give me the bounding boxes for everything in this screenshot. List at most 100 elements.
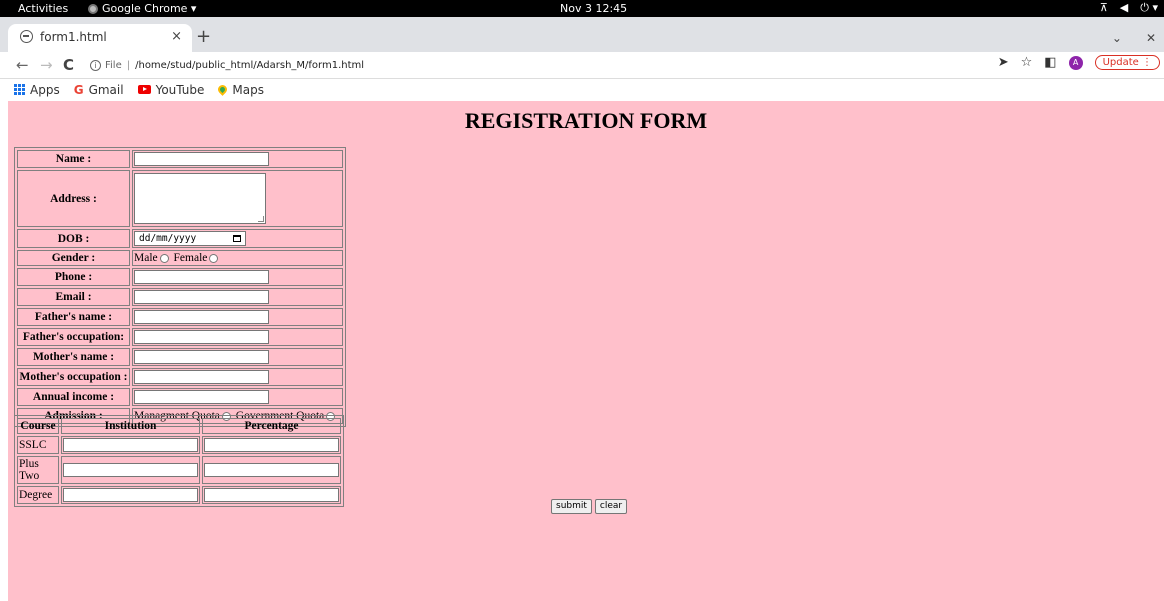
bookmark-maps[interactable]: Maps bbox=[216, 82, 264, 97]
tab-close-icon[interactable]: × bbox=[171, 29, 182, 44]
forward-arrow-icon[interactable]: → bbox=[40, 56, 53, 74]
gender-male-radio[interactable] bbox=[159, 253, 169, 263]
system-top-bar: Activities Google Chrome ▾ Nov 3 12:45 ⊼… bbox=[0, 0, 1164, 17]
table-row: Gender : Male Female bbox=[17, 250, 343, 266]
table-row: Father's name : bbox=[17, 308, 343, 326]
bookmark-star-icon[interactable]: ☆ bbox=[1021, 55, 1033, 70]
field-label-gender: Gender : bbox=[17, 250, 130, 266]
table-header-row: Course Institution Percentage bbox=[17, 418, 341, 434]
bookmark-youtube[interactable]: YouTube bbox=[137, 82, 205, 97]
url-protocol: File bbox=[105, 60, 122, 71]
field-label-address: Address : bbox=[17, 170, 130, 227]
table-row: Email : bbox=[17, 288, 343, 306]
activities-button[interactable]: Activities bbox=[18, 2, 68, 15]
degree-institution-input[interactable] bbox=[63, 488, 198, 502]
bookmark-label: Maps bbox=[232, 82, 264, 97]
system-tray[interactable]: ⊼ ◀ ⏻ ▾ bbox=[1100, 1, 1158, 15]
globe-icon bbox=[20, 30, 33, 43]
app-menu[interactable]: Google Chrome ▾ bbox=[88, 2, 196, 15]
sslc-institution-input[interactable] bbox=[63, 438, 198, 452]
new-tab-button[interactable]: + bbox=[196, 28, 211, 46]
update-label: Update bbox=[1102, 57, 1139, 68]
table-row: Father's occupation: bbox=[17, 328, 343, 346]
tab-search-icon[interactable]: ⌄ bbox=[1112, 31, 1122, 45]
table-row: Phone : bbox=[17, 268, 343, 286]
table-row: DOB : dd/mm/yyyy bbox=[17, 229, 343, 248]
back-arrow-icon[interactable]: ← bbox=[16, 56, 29, 74]
table-row: Name : bbox=[17, 150, 343, 168]
address-textarea[interactable] bbox=[134, 173, 266, 224]
course-name: Plus Two bbox=[17, 456, 59, 484]
father-occupation-input[interactable] bbox=[134, 330, 269, 344]
table-row: Address : bbox=[17, 170, 343, 227]
name-input[interactable] bbox=[134, 152, 269, 166]
side-panel-icon[interactable]: ◧ bbox=[1044, 55, 1056, 70]
url-path: /home/stud/public_html/Adarsh_M/form1.ht… bbox=[135, 60, 365, 71]
course-table: Course Institution Percentage SSLC Plus … bbox=[14, 415, 344, 507]
dob-date-input[interactable]: dd/mm/yyyy bbox=[134, 231, 246, 246]
table-row: Mother's name : bbox=[17, 348, 343, 366]
calendar-icon[interactable] bbox=[233, 235, 241, 242]
tab-form1[interactable]: form1.html × bbox=[8, 24, 192, 52]
mother-occupation-input[interactable] bbox=[134, 370, 269, 384]
field-label-father-name: Father's name : bbox=[17, 308, 130, 326]
toolbar-actions: ➤ ☆ ◧ A Update ⋮ bbox=[998, 55, 1160, 70]
field-label-annual-income: Annual income : bbox=[17, 388, 130, 406]
course-name: SSLC bbox=[17, 436, 59, 454]
mother-name-input[interactable] bbox=[134, 350, 269, 364]
table-row: Annual income : bbox=[17, 388, 343, 406]
clock[interactable]: Nov 3 12:45 bbox=[560, 2, 627, 15]
field-label-phone: Phone : bbox=[17, 268, 130, 286]
info-icon[interactable]: i bbox=[90, 60, 101, 71]
registration-table: Name : Address : DOB : dd/mm/yyyy Gender… bbox=[14, 147, 346, 427]
app-name: Google Chrome ▾ bbox=[102, 2, 197, 15]
bookmark-label: Apps bbox=[30, 82, 60, 97]
browser-toolbar: ← → C i File | /home/stud/public_html/Ad… bbox=[0, 52, 1164, 79]
tab-strip: form1.html × + ⌄ ✕ bbox=[0, 17, 1164, 52]
plustwo-institution-input[interactable] bbox=[63, 463, 198, 477]
plustwo-percentage-input[interactable] bbox=[204, 463, 339, 477]
column-header-percentage: Percentage bbox=[202, 418, 341, 434]
profile-avatar[interactable]: A bbox=[1068, 55, 1083, 70]
phone-input[interactable] bbox=[134, 270, 269, 284]
gender-male-label: Male bbox=[134, 252, 158, 264]
bookmark-label: Gmail bbox=[88, 82, 124, 97]
youtube-icon bbox=[137, 85, 151, 94]
bookmark-apps[interactable]: Apps bbox=[14, 83, 60, 97]
degree-percentage-input[interactable] bbox=[204, 488, 339, 502]
table-row: Plus Two bbox=[17, 456, 341, 484]
table-row: SSLC bbox=[17, 436, 341, 454]
reload-icon[interactable]: C bbox=[63, 56, 74, 74]
bookmark-label: YouTube bbox=[155, 82, 205, 97]
bookmark-gmail[interactable]: G Gmail bbox=[74, 83, 124, 97]
field-label-name: Name : bbox=[17, 150, 130, 168]
submit-button[interactable]: submit bbox=[551, 499, 592, 514]
table-row: Mother's occupation : bbox=[17, 368, 343, 386]
column-header-institution: Institution bbox=[61, 418, 200, 434]
gender-female-radio[interactable] bbox=[209, 253, 219, 263]
send-icon[interactable]: ➤ bbox=[998, 55, 1009, 70]
field-label-father-occupation: Father's occupation: bbox=[17, 328, 130, 346]
table-row: Degree bbox=[17, 486, 341, 504]
father-name-input[interactable] bbox=[134, 310, 269, 324]
chrome-icon bbox=[88, 3, 98, 14]
field-label-mother-name: Mother's name : bbox=[17, 348, 130, 366]
maps-pin-icon bbox=[216, 83, 230, 96]
bookmarks-bar: Apps G Gmail YouTube Maps bbox=[0, 79, 1164, 100]
field-label-email: Email : bbox=[17, 288, 130, 306]
tab-title: form1.html bbox=[40, 30, 107, 44]
window-controls: ⌄ ✕ bbox=[1112, 31, 1156, 45]
network-icon: ⊼ bbox=[1099, 1, 1108, 14]
window-close-icon[interactable]: ✕ bbox=[1146, 31, 1156, 45]
field-label-dob: DOB : bbox=[17, 229, 130, 248]
email-input[interactable] bbox=[134, 290, 269, 304]
page-title: REGISTRATION FORM bbox=[464, 108, 708, 133]
sslc-percentage-input[interactable] bbox=[204, 438, 339, 452]
clear-button[interactable]: clear bbox=[594, 499, 628, 514]
annual-income-input[interactable] bbox=[134, 390, 269, 404]
url-separator: | bbox=[126, 60, 131, 71]
power-icon: ⏻ ▾ bbox=[1140, 1, 1158, 14]
google-g-icon: G bbox=[73, 82, 84, 97]
update-button[interactable]: Update ⋮ bbox=[1094, 55, 1160, 70]
address-bar[interactable]: i File | /home/stud/public_html/Adarsh_M… bbox=[90, 55, 970, 76]
